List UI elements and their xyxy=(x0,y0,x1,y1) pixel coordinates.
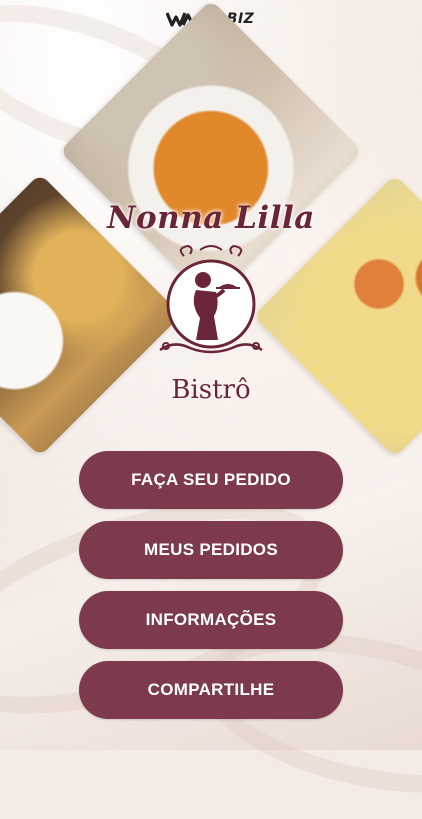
information-button[interactable]: INFORMAÇÕES xyxy=(79,591,343,649)
logo-title: Nonna Lilla xyxy=(107,200,315,236)
logo-subtitle: Bistrô xyxy=(171,375,251,405)
my-orders-button[interactable]: MEUS PEDIDOS xyxy=(79,521,343,579)
main-menu: FAÇA SEU PEDIDO MEUS PEDIDOS INFORMAÇÕES… xyxy=(79,451,343,719)
place-order-button[interactable]: FAÇA SEU PEDIDO xyxy=(79,451,343,509)
share-button[interactable]: COMPARTILHE xyxy=(79,661,343,719)
chef-woman-emblem-icon xyxy=(159,244,263,354)
restaurant-logo: Nonna Lilla Bistrô xyxy=(100,200,322,420)
